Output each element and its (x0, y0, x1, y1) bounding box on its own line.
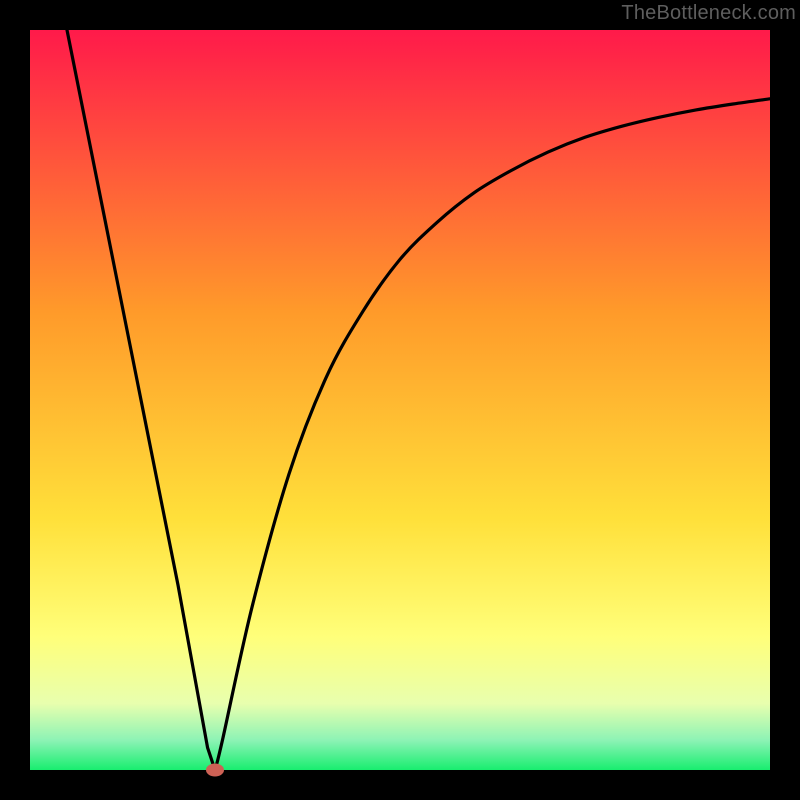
bottleneck-curve (30, 30, 770, 770)
watermark-label: TheBottleneck.com (621, 2, 796, 25)
plot-area (30, 30, 770, 770)
minimum-marker (206, 764, 224, 777)
